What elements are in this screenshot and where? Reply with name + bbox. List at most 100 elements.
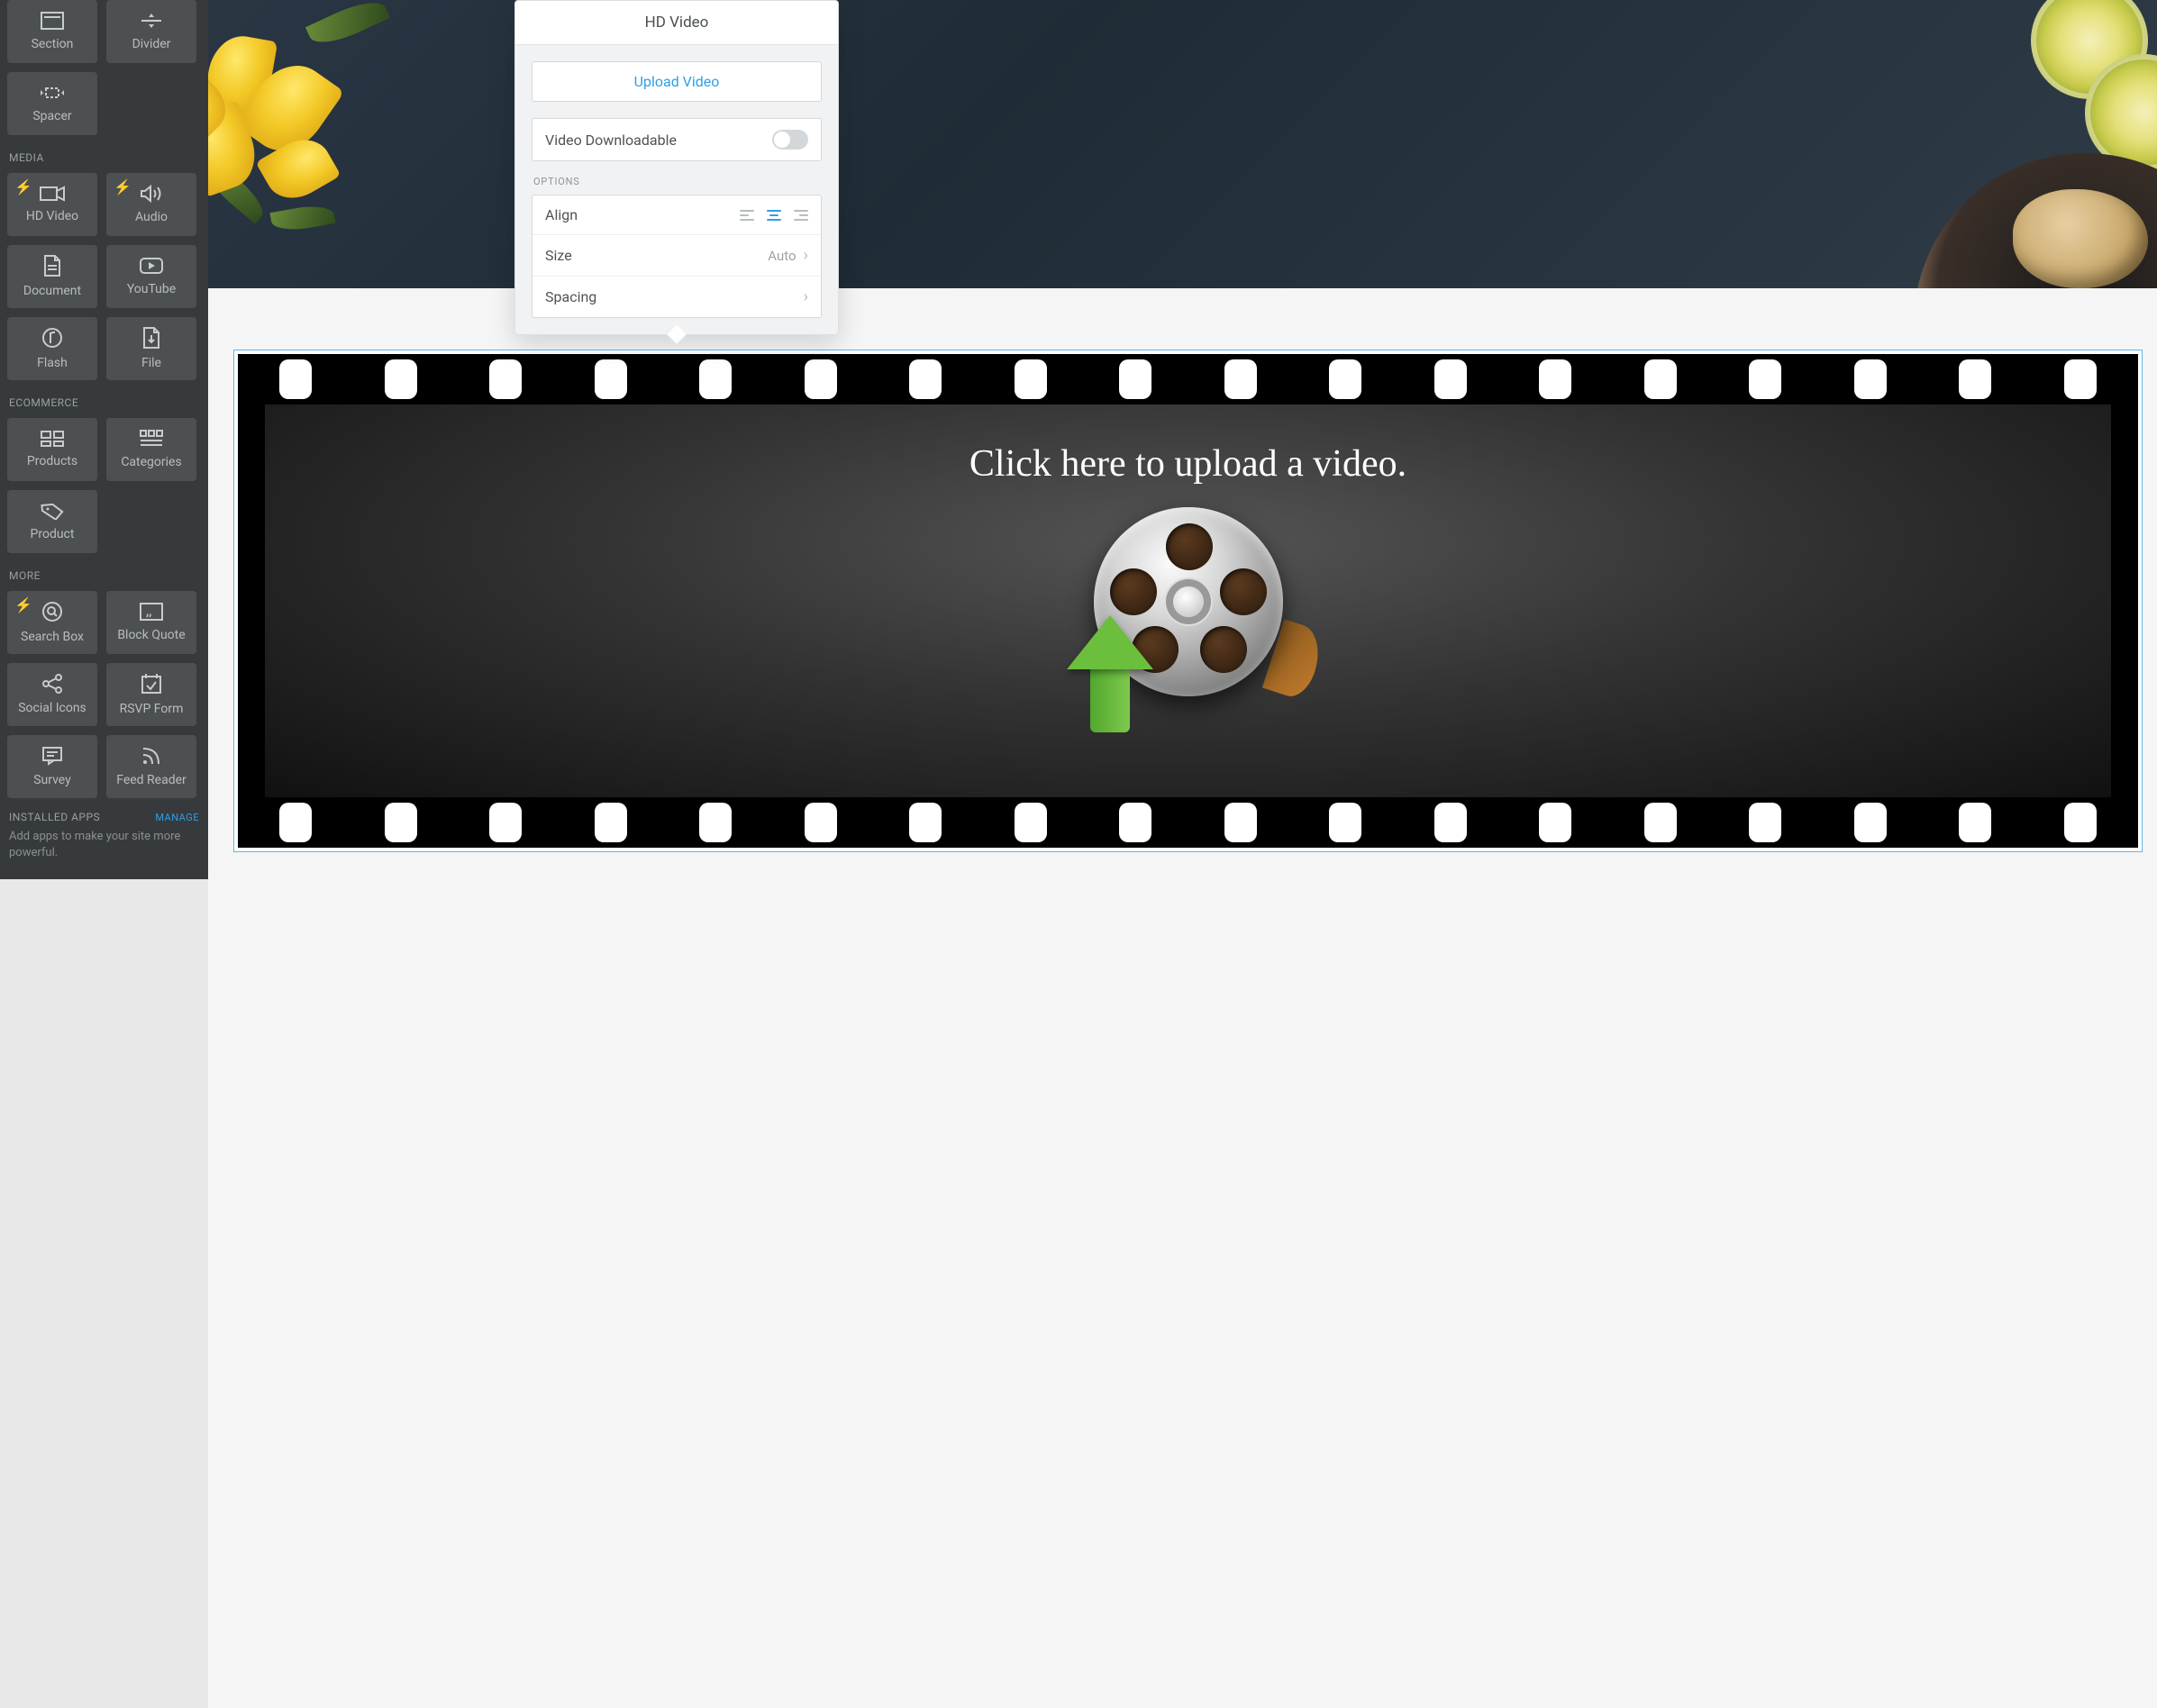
ecommerce-header: ECOMMERCE <box>7 380 201 418</box>
spacing-label: Spacing <box>545 288 596 305</box>
spacer-icon <box>41 84 64 102</box>
flowers-decoration <box>208 0 442 288</box>
search-icon <box>41 601 63 622</box>
sidebar-item-label: RSVP Form <box>120 702 184 716</box>
sidebar-item-label: Divider <box>132 37 171 51</box>
cookie-decoration <box>2013 189 2148 288</box>
speaker-icon <box>140 185 163 203</box>
sidebar-item-block-quote[interactable]: ,, Block Quote <box>106 591 196 654</box>
sidebar-item-rsvp-form[interactable]: RSVP Form <box>106 663 196 726</box>
sidebar-item-search-box[interactable]: ⚡ Search Box <box>7 591 97 654</box>
installed-apps-row: INSTALLED APPS MANAGE <box>7 798 201 829</box>
align-icons <box>740 210 808 221</box>
calendar-check-icon <box>141 673 162 695</box>
survey-icon <box>41 746 63 766</box>
sidebar-item-label: Audio <box>135 210 168 224</box>
youtube-icon <box>140 257 163 275</box>
sidebar-item-label: Survey <box>33 773 71 787</box>
options-list: Align Size Auto › Spacing › <box>532 195 822 318</box>
ecommerce-items: Products Categories Product <box>7 418 201 553</box>
popup-title: HD Video <box>515 1 838 45</box>
manage-link[interactable]: MANAGE <box>155 812 199 823</box>
sidebar-item-file[interactable]: File <box>106 317 196 380</box>
sidebar-item-label: Social Icons <box>18 701 86 715</box>
sidebar-item-section[interactable]: Section <box>7 0 97 63</box>
popup-body: Upload Video Video Downloadable OPTIONS … <box>515 45 838 334</box>
sidebar-item-youtube[interactable]: YouTube <box>106 245 196 308</box>
sidebar-item-label: Feed Reader <box>116 773 187 787</box>
upload-video-button[interactable]: Upload Video <box>532 61 822 102</box>
installed-apps-label: INSTALLED APPS <box>9 811 100 823</box>
size-value: Auto <box>768 248 796 264</box>
lightning-icon: ⚡ <box>14 596 32 613</box>
align-right-icon[interactable] <box>794 210 808 221</box>
sidebar-item-document[interactable]: Document <box>7 245 97 308</box>
products-grid-icon <box>41 431 64 447</box>
sidebar-item-label: Product <box>31 527 75 541</box>
sidebar-item-label: Products <box>27 454 77 468</box>
sidebar-item-flash[interactable]: Flash <box>7 317 97 380</box>
media-items: ⚡ HD Video ⚡ Audio Document YouTube Flas… <box>7 173 201 380</box>
option-size[interactable]: Size Auto › <box>532 235 821 277</box>
align-label: Align <box>545 206 578 223</box>
sidebar-item-hd-video[interactable]: ⚡ HD Video <box>7 173 97 236</box>
option-align[interactable]: Align <box>532 195 821 235</box>
flash-icon <box>41 327 63 349</box>
chevron-right-icon: › <box>804 287 808 306</box>
lightning-icon: ⚡ <box>14 178 32 195</box>
align-left-icon[interactable] <box>740 210 754 221</box>
sidebar-item-spacer[interactable]: Spacer <box>7 72 97 135</box>
align-center-icon[interactable] <box>767 210 781 221</box>
more-header: MORE <box>7 553 201 591</box>
divider-icon <box>140 12 163 30</box>
structure-items: Section Divider Spacer <box>7 0 201 135</box>
categories-icon <box>140 430 163 448</box>
hero-image <box>208 0 2157 288</box>
sidebar-item-label: Block Quote <box>117 628 185 642</box>
option-spacing[interactable]: Spacing › <box>532 277 821 317</box>
tag-icon <box>41 502 64 520</box>
share-icon <box>41 674 63 694</box>
sidebar-item-label: YouTube <box>127 282 176 296</box>
hd-video-settings-popup: HD Video Upload Video Video Downloadable… <box>514 0 839 335</box>
section-icon <box>41 12 64 30</box>
sidebar-item-label: File <box>141 356 161 370</box>
editor-canvas: HD Video Upload Video Video Downloadable… <box>208 0 2157 1708</box>
sidebar-item-label: Document <box>23 284 81 298</box>
sidebar-item-label: Flash <box>37 356 68 370</box>
sidebar-item-products[interactable]: Products <box>7 418 97 481</box>
sidebar-item-audio[interactable]: ⚡ Audio <box>106 173 196 236</box>
sidebar-item-divider[interactable]: Divider <box>106 0 196 63</box>
perforation-top <box>238 354 2138 404</box>
chevron-right-icon: › <box>804 246 808 265</box>
perforation-bottom <box>238 797 2138 848</box>
sidebar-item-categories[interactable]: Categories <box>106 418 196 481</box>
video-camera-icon <box>40 186 65 202</box>
downloadable-toggle[interactable] <box>772 130 808 150</box>
sidebar-item-label: Search Box <box>21 630 84 644</box>
elements-sidebar: Section Divider Spacer MEDIA ⚡ HD Video … <box>0 0 208 879</box>
sidebar-item-label: Categories <box>121 455 181 469</box>
size-label: Size <box>545 247 572 264</box>
apps-description: Add apps to make your site more powerful… <box>7 829 201 861</box>
upload-arrow-icon <box>1067 615 1153 732</box>
rss-icon <box>141 746 161 766</box>
downloadable-label: Video Downloadable <box>545 132 677 149</box>
film-reel-graphic <box>1076 507 1301 732</box>
sidebar-item-social-icons[interactable]: Social Icons <box>7 663 97 726</box>
video-placeholder-block[interactable]: Click here to upload a video. <box>233 350 2143 852</box>
options-header: OPTIONS <box>532 161 822 195</box>
sidebar-item-label: Section <box>32 37 74 51</box>
sidebar-item-label: Spacer <box>32 109 71 123</box>
film-body: Click here to upload a video. <box>238 404 2138 797</box>
media-header: MEDIA <box>7 135 201 173</box>
document-icon <box>43 255 61 277</box>
sidebar-item-product[interactable]: Product <box>7 490 97 553</box>
more-items: ⚡ Search Box ,, Block Quote Social Icons… <box>7 591 201 798</box>
video-downloadable-row: Video Downloadable <box>532 118 822 161</box>
quote-icon: ,, <box>140 603 163 621</box>
upload-prompt-text: Click here to upload a video. <box>969 442 1406 486</box>
sidebar-item-feed-reader[interactable]: Feed Reader <box>106 735 196 798</box>
svg-text:,,: ,, <box>146 605 151 619</box>
sidebar-item-survey[interactable]: Survey <box>7 735 97 798</box>
